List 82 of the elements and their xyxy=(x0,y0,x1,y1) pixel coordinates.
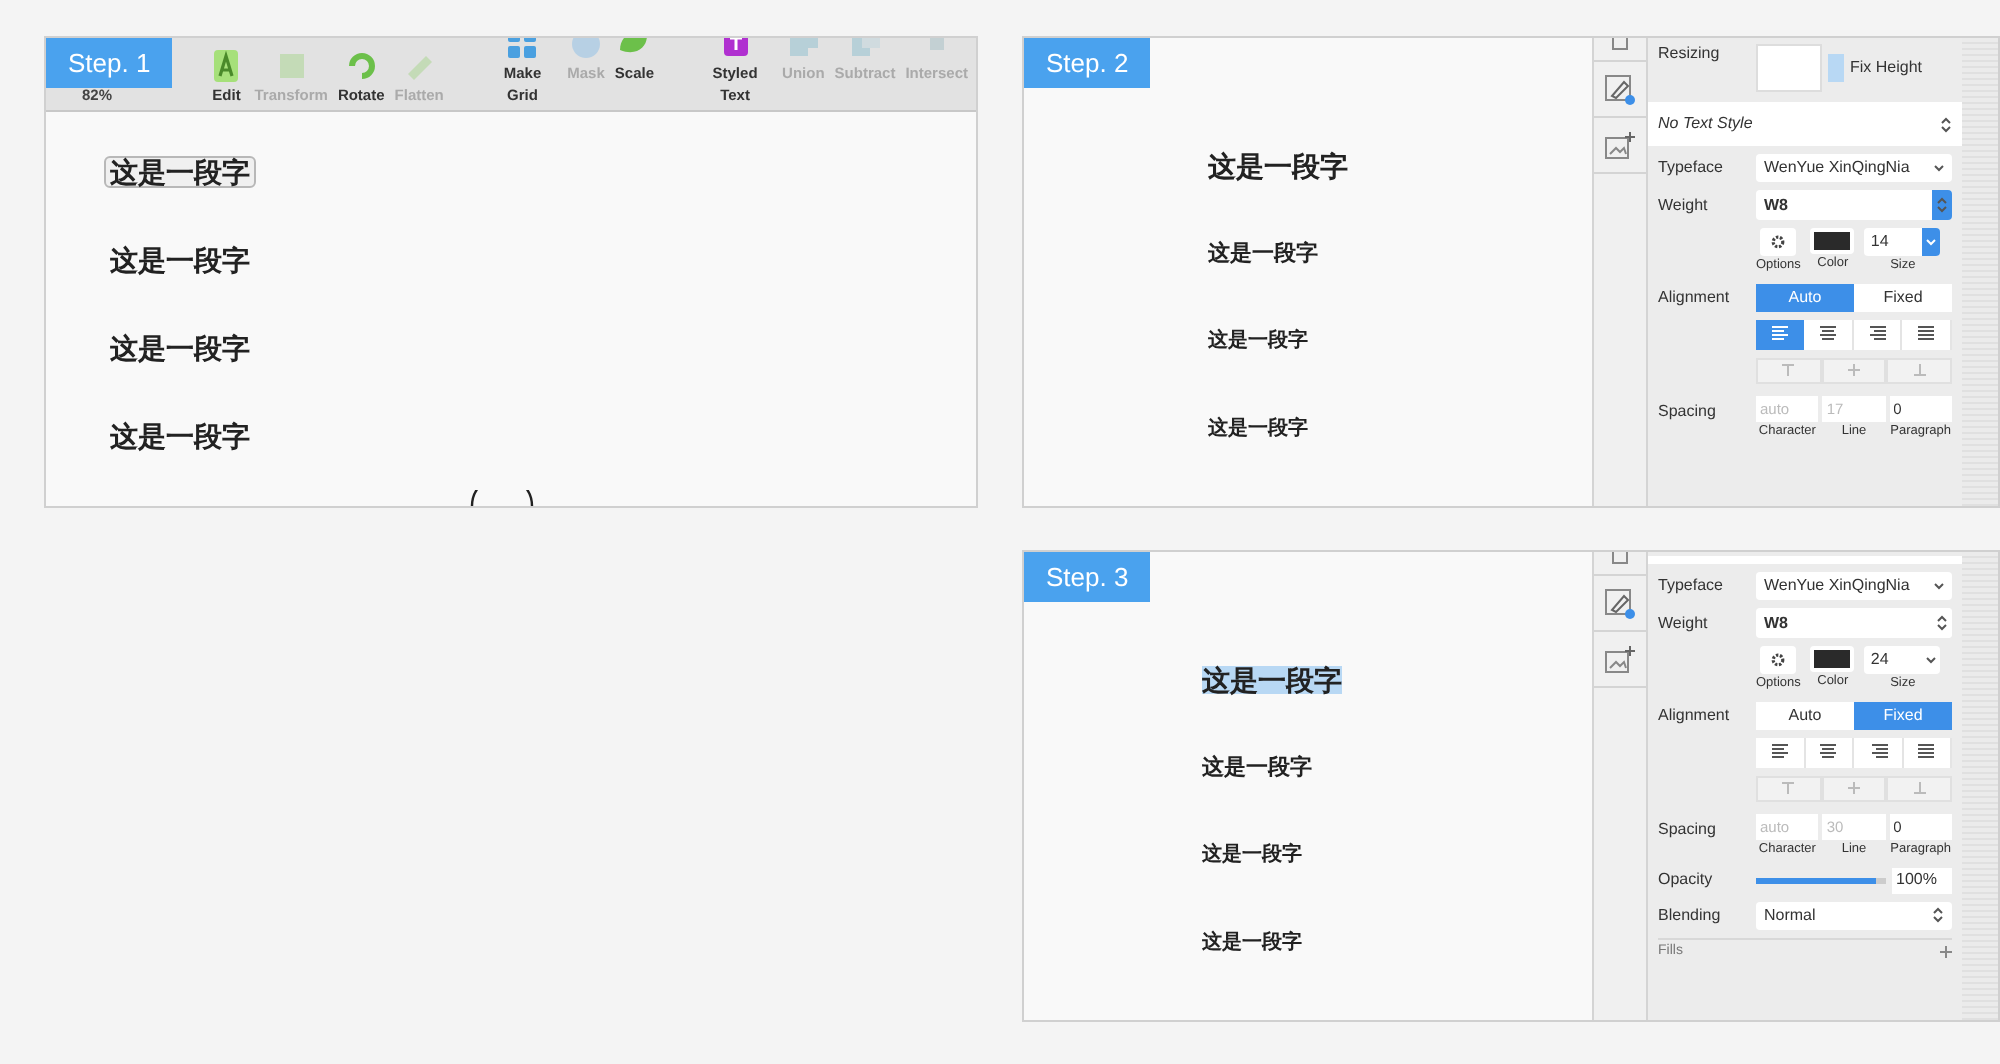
typeface-dropdown[interactable]: WenYue XinQingNia xyxy=(1756,572,1952,600)
canvas-text[interactable]: 这是一段字 xyxy=(1202,757,1312,779)
opacity-field[interactable]: 100% xyxy=(1892,867,1952,893)
vertical-align-icon xyxy=(1913,364,1926,377)
canvas-text[interactable]: 这是一段字 xyxy=(1202,846,1302,866)
fix-height-toggle[interactable]: Fix Height xyxy=(1828,54,1923,82)
frame-icon[interactable] xyxy=(1612,38,1628,50)
canvas-text[interactable]: 这是一段字 xyxy=(104,244,256,276)
align-icon xyxy=(1916,744,1937,761)
align-icon xyxy=(1818,744,1839,761)
step-label: Step. 1 xyxy=(46,38,173,88)
options-button[interactable] xyxy=(1760,646,1797,674)
align-icon xyxy=(1867,744,1888,761)
size-field[interactable]: 24 xyxy=(1864,646,1941,674)
canvas-text[interactable]: 这是一段字 xyxy=(1202,330,1314,354)
vertical-align-icon xyxy=(1848,364,1860,377)
text-align-button[interactable] xyxy=(1803,319,1853,350)
canvas-text[interactable]: 这是一段字 xyxy=(1202,418,1314,442)
field-label: Alignment xyxy=(1658,285,1732,310)
size-field[interactable]: 14 xyxy=(1864,228,1941,256)
chevron-icon xyxy=(1932,906,1944,924)
text-align-button[interactable] xyxy=(1902,319,1952,350)
chevron-icon xyxy=(1940,115,1952,133)
text-align-button[interactable] xyxy=(1854,737,1903,768)
align-icon xyxy=(1866,326,1887,343)
field-label: Blending xyxy=(1658,903,1723,927)
pen-icon[interactable] xyxy=(1604,73,1636,105)
canvas-text[interactable]: 这是一段字 xyxy=(1202,666,1342,694)
image-add-icon[interactable] xyxy=(1604,131,1636,159)
canvas-text[interactable]: 这是一段字 xyxy=(1202,934,1302,954)
canvas-text[interactable]: 这是一段字 xyxy=(104,332,256,364)
blending-dropdown[interactable]: Normal xyxy=(1756,901,1952,929)
vertical-align-icon xyxy=(1848,782,1860,795)
field-label: Alignment xyxy=(1658,703,1732,728)
caret-icon xyxy=(1926,238,1937,246)
vertical-align-icon xyxy=(1782,364,1795,377)
canvas-text[interactable]: 这是一段字 xyxy=(1202,150,1354,182)
text-align-button[interactable] xyxy=(1756,737,1805,768)
field-label: Spacing xyxy=(1658,399,1718,424)
canvas-text[interactable]: 这是一段字 xyxy=(1202,241,1324,267)
tool-icon xyxy=(343,47,380,84)
caret-icon xyxy=(1934,164,1944,172)
align-icon xyxy=(1769,326,1790,343)
field-label: Typeface xyxy=(1658,156,1725,180)
caret-icon xyxy=(1926,656,1937,664)
canvas-text[interactable]: 这是一段字 xyxy=(104,420,256,452)
plus-icon[interactable] xyxy=(1940,945,1952,958)
text-align-button[interactable] xyxy=(1756,319,1804,350)
vertical-align-icon xyxy=(1782,782,1795,795)
alignment-mode-tab[interactable]: Fixed xyxy=(1854,283,1952,312)
chevron-icon xyxy=(1936,614,1948,632)
text-align-button[interactable] xyxy=(1903,737,1952,768)
canvas-text[interactable]: 这是一段字 xyxy=(104,156,256,188)
text-align-button[interactable] xyxy=(1853,319,1903,350)
field-label: Weight xyxy=(1658,193,1710,217)
image-add-icon[interactable] xyxy=(1604,645,1636,673)
options-button[interactable] xyxy=(1760,228,1797,256)
color-swatch[interactable] xyxy=(1810,228,1855,254)
text-style-dropdown[interactable]: No Text Style xyxy=(1648,102,1962,146)
field-label: Resizing xyxy=(1658,42,1722,66)
typeface-dropdown[interactable]: WenYue XinQingNia xyxy=(1756,154,1952,182)
color-swatch[interactable] xyxy=(1810,646,1855,672)
step-label: Step. 3 xyxy=(1024,552,1151,602)
align-icon xyxy=(1916,326,1937,343)
align-icon xyxy=(1817,326,1838,343)
caret-icon xyxy=(1934,582,1944,590)
field-label: Typeface xyxy=(1658,574,1725,598)
field-label: Weight xyxy=(1658,611,1710,635)
weight-dropdown[interactable]: W8 xyxy=(1756,608,1952,638)
field-label: Spacing xyxy=(1658,817,1718,842)
vertical-align-icon xyxy=(1913,782,1926,795)
chevron-icon xyxy=(1936,196,1948,214)
frame-icon[interactable] xyxy=(1612,552,1628,564)
field-label: Opacity xyxy=(1658,868,1715,892)
gear-icon xyxy=(1770,652,1787,668)
alignment-mode-tab[interactable]: Auto xyxy=(1756,701,1854,730)
align-icon xyxy=(1769,744,1790,761)
weight-dropdown[interactable]: W8 xyxy=(1756,190,1952,220)
step-label: Step. 2 xyxy=(1024,38,1151,88)
gear-icon xyxy=(1770,234,1787,250)
text-align-button[interactable] xyxy=(1805,737,1854,768)
pen-icon[interactable] xyxy=(1604,587,1636,619)
